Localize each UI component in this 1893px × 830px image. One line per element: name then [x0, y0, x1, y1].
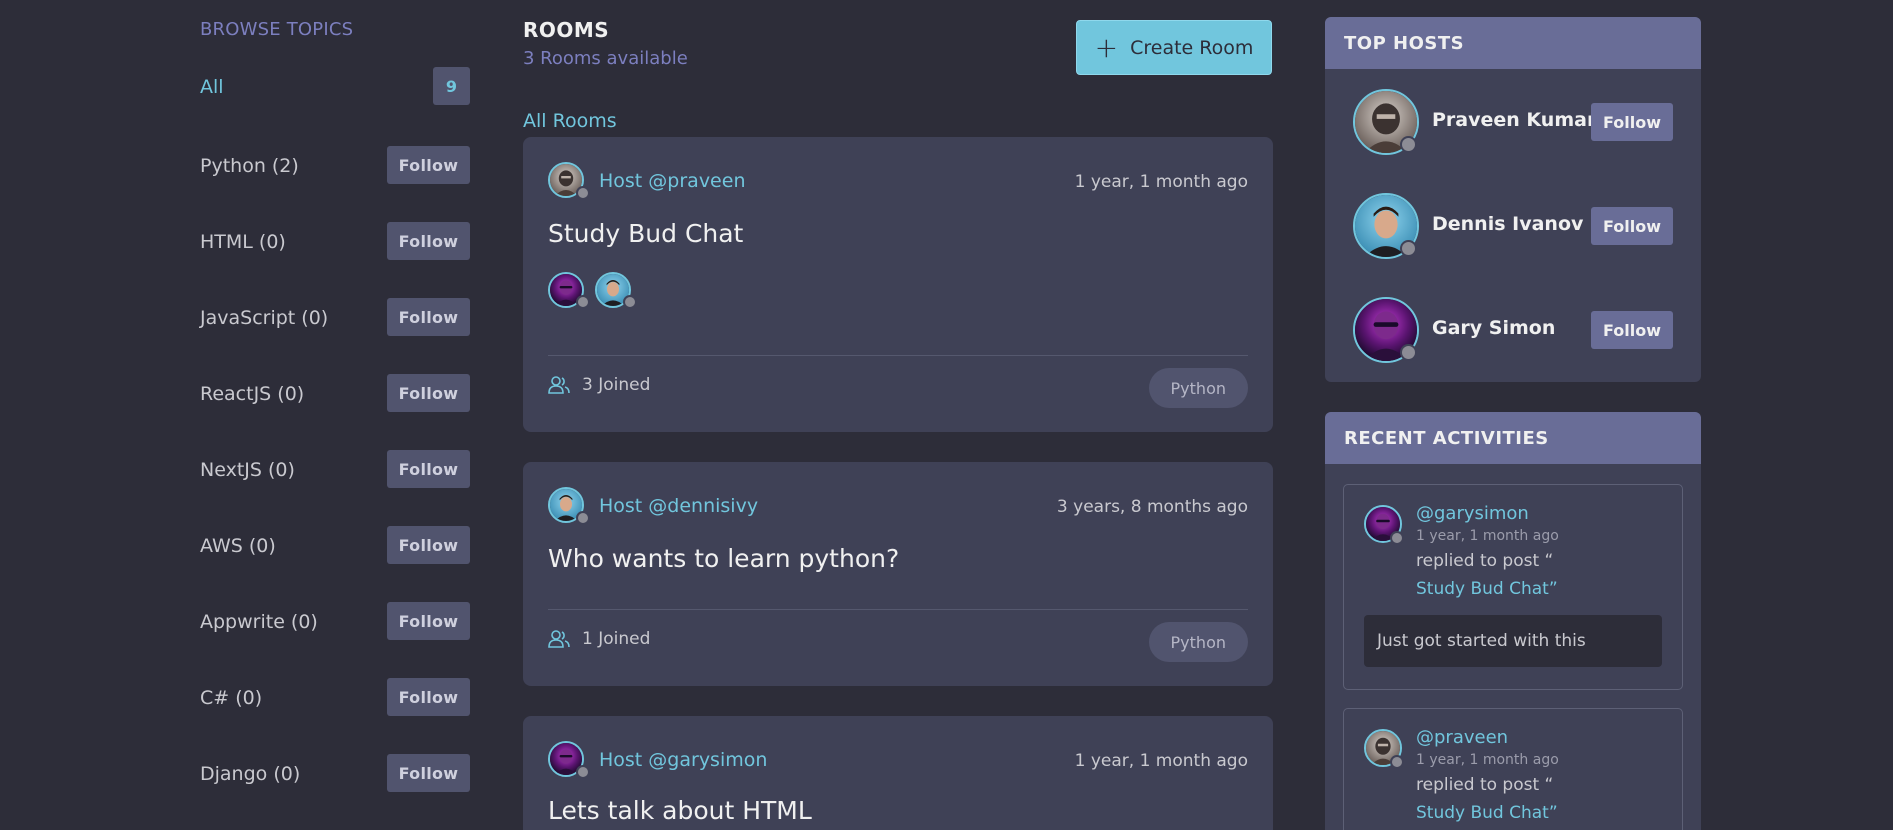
- topic-item-javascript[interactable]: JavaScript (0) Follow: [200, 298, 470, 338]
- activity-target-link[interactable]: Study Bud Chat”: [1416, 579, 1558, 599]
- activity-timestamp: 1 year, 1 month ago: [1416, 528, 1559, 544]
- follow-topic-button[interactable]: Follow: [387, 298, 470, 336]
- plus-icon: +: [1094, 30, 1119, 64]
- top-hosts-title: TOP HOSTS: [1325, 17, 1701, 69]
- recent-activities-title: RECENT ACTIVITIES: [1325, 412, 1701, 464]
- joined-label: 3 Joined: [582, 375, 651, 395]
- card-divider: [548, 609, 1248, 610]
- follow-topic-button[interactable]: Follow: [387, 450, 470, 488]
- joined-count: 3 Joined: [548, 375, 650, 395]
- online-status-icon: [576, 295, 590, 309]
- online-status-icon: [1400, 240, 1417, 257]
- all-rooms-filter[interactable]: All Rooms: [523, 110, 617, 132]
- room-title[interactable]: Lets talk about HTML: [548, 796, 812, 825]
- activity-item[interactable]: @garysimon 1 year, 1 month ago replied t…: [1343, 484, 1683, 690]
- activity-action: replied to post “: [1416, 775, 1554, 795]
- room-timestamp: 1 year, 1 month ago: [1074, 751, 1248, 771]
- follow-topic-button[interactable]: Follow: [387, 222, 470, 260]
- online-status-icon: [1400, 136, 1417, 153]
- activity-quote: Just got started with this: [1364, 615, 1662, 667]
- topic-item-reactjs[interactable]: ReactJS (0) Follow: [200, 374, 470, 414]
- topic-item-python[interactable]: Python (2) Follow: [200, 146, 470, 186]
- host-name[interactable]: Gary Simon: [1432, 317, 1555, 339]
- room-host-link[interactable]: Host @dennisivy: [599, 495, 758, 517]
- topic-label[interactable]: C# (0): [200, 678, 262, 718]
- users-icon: [548, 629, 570, 649]
- follow-host-button[interactable]: Follow: [1591, 103, 1673, 141]
- activity-user-link[interactable]: @garysimon: [1416, 503, 1529, 524]
- browse-topics-title: BROWSE TOPICS: [200, 19, 354, 40]
- create-room-label: Create Room: [1130, 36, 1254, 59]
- follow-topic-button[interactable]: Follow: [387, 526, 470, 564]
- create-room-button[interactable]: + Create Room: [1076, 20, 1272, 75]
- topic-item-csharp[interactable]: C# (0) Follow: [200, 678, 470, 718]
- topic-label[interactable]: Python (2): [200, 146, 299, 186]
- follow-topic-button[interactable]: Follow: [387, 678, 470, 716]
- online-status-icon: [576, 765, 590, 779]
- online-status-icon: [1390, 755, 1404, 769]
- topic-label[interactable]: NextJS (0): [200, 450, 295, 490]
- room-topic-tag[interactable]: Python: [1148, 368, 1248, 408]
- activity-item[interactable]: @praveen 1 year, 1 month ago replied to …: [1343, 708, 1683, 830]
- topic-label[interactable]: Django (0): [200, 754, 300, 794]
- top-host-item[interactable]: Praveen Kumar Follow: [1353, 89, 1673, 155]
- room-card[interactable]: Host @praveen 1 year, 1 month ago Study …: [523, 137, 1273, 432]
- room-timestamp: 3 years, 8 months ago: [1056, 497, 1248, 517]
- topic-label[interactable]: ReactJS (0): [200, 374, 304, 414]
- room-timestamp: 1 year, 1 month ago: [1074, 172, 1248, 192]
- topic-label[interactable]: AWS (0): [200, 526, 276, 566]
- room-card[interactable]: Host @dennisivy 3 years, 8 months ago Wh…: [523, 462, 1273, 686]
- online-status-icon: [576, 186, 590, 200]
- topic-label[interactable]: HTML (0): [200, 222, 286, 262]
- room-title[interactable]: Study Bud Chat: [548, 219, 743, 248]
- activity-user-link[interactable]: @praveen: [1416, 727, 1508, 748]
- top-host-item[interactable]: Gary Simon Follow: [1353, 297, 1673, 363]
- online-status-icon: [1390, 531, 1404, 545]
- follow-host-button[interactable]: Follow: [1591, 207, 1673, 245]
- room-card[interactable]: Host @garysimon 1 year, 1 month ago Lets…: [523, 716, 1273, 830]
- topic-item-all[interactable]: All 9: [200, 67, 470, 107]
- topic-item-django[interactable]: Django (0) Follow: [200, 754, 470, 794]
- host-name[interactable]: Dennis Ivanov: [1432, 213, 1583, 235]
- host-name[interactable]: Praveen Kumar: [1432, 109, 1596, 131]
- activity-target-link[interactable]: Study Bud Chat”: [1416, 803, 1558, 823]
- topic-label[interactable]: All: [200, 67, 224, 107]
- recent-activities-panel: RECENT ACTIVITIES @garysimon 1 year, 1 m…: [1325, 412, 1701, 830]
- joined-count: 1 Joined: [548, 629, 650, 649]
- follow-topic-button[interactable]: Follow: [387, 146, 470, 184]
- room-host-link[interactable]: Host @praveen: [599, 170, 745, 192]
- follow-topic-button[interactable]: Follow: [387, 374, 470, 412]
- room-title[interactable]: Who wants to learn python?: [548, 544, 899, 573]
- users-icon: [548, 375, 570, 395]
- activity-timestamp: 1 year, 1 month ago: [1416, 752, 1559, 768]
- follow-topic-button[interactable]: Follow: [387, 754, 470, 792]
- rooms-title: ROOMS: [523, 18, 610, 42]
- topic-count-badge: 9: [433, 67, 470, 105]
- top-host-item[interactable]: Dennis Ivanov Follow: [1353, 193, 1673, 259]
- online-status-icon: [1400, 344, 1417, 361]
- card-divider: [548, 355, 1248, 356]
- topic-item-html[interactable]: HTML (0) Follow: [200, 222, 470, 262]
- topic-item-aws[interactable]: AWS (0) Follow: [200, 526, 470, 566]
- rooms-count: 3 Rooms available: [523, 48, 688, 69]
- follow-topic-button[interactable]: Follow: [387, 602, 470, 640]
- follow-host-button[interactable]: Follow: [1591, 311, 1673, 349]
- online-status-icon: [623, 295, 637, 309]
- topic-item-appwrite[interactable]: Appwrite (0) Follow: [200, 602, 470, 642]
- online-status-icon: [576, 511, 590, 525]
- activity-action: replied to post “: [1416, 551, 1554, 571]
- topic-label[interactable]: Appwrite (0): [200, 602, 318, 642]
- joined-label: 1 Joined: [582, 629, 651, 649]
- top-hosts-panel: TOP HOSTS Praveen Kumar Follow Dennis Iv…: [1325, 17, 1701, 382]
- room-host-link[interactable]: Host @garysimon: [599, 749, 767, 771]
- room-topic-tag[interactable]: Python: [1148, 622, 1248, 662]
- topic-label[interactable]: JavaScript (0): [200, 298, 328, 338]
- topic-item-nextjs[interactable]: NextJS (0) Follow: [200, 450, 470, 490]
